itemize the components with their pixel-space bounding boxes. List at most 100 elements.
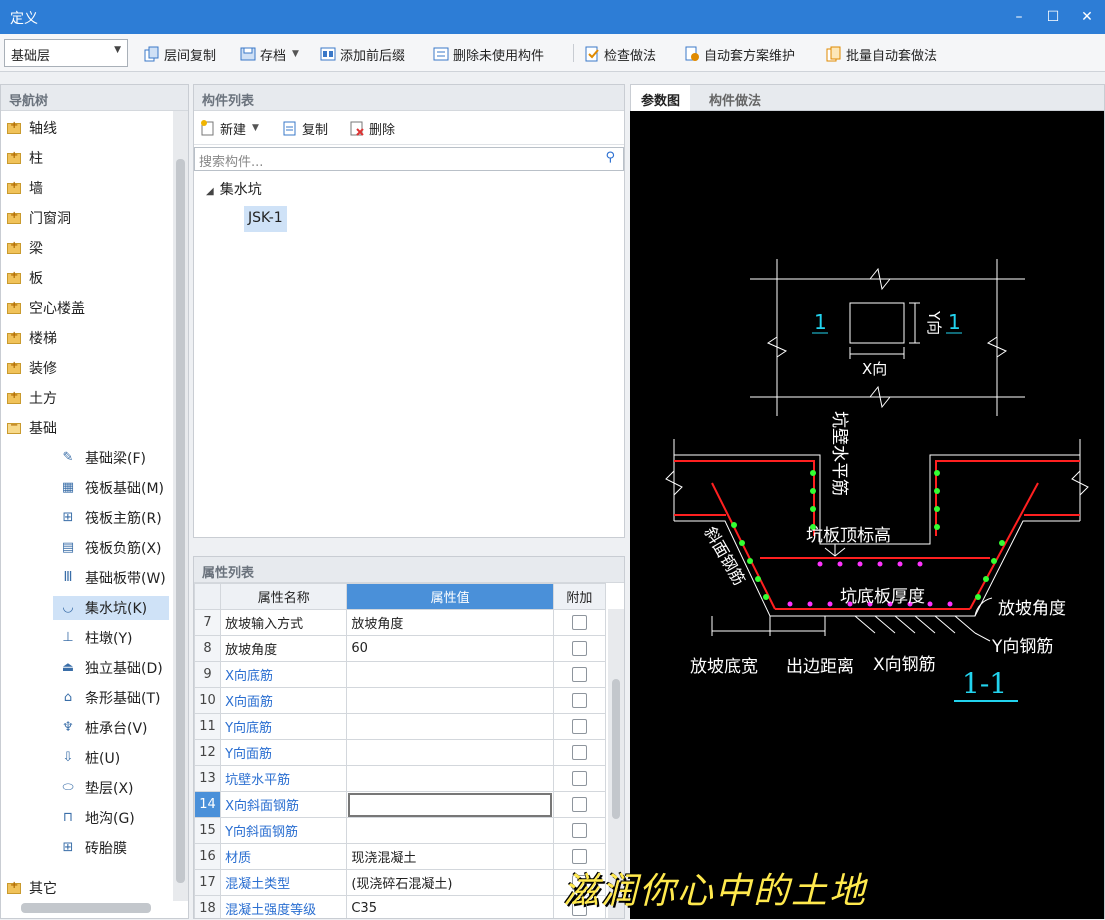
- nav-folder-hollow-floor[interactable]: + 空心楼盖: [7, 295, 179, 321]
- property-name: 混凝土类型: [220, 869, 348, 896]
- nav-item-brick-mold[interactable]: ⊞ 砖胎膜: [59, 835, 179, 861]
- col-header-extra[interactable]: 附加: [552, 583, 607, 610]
- property-value[interactable]: 放坡角度: [346, 609, 554, 636]
- property-extra-cell[interactable]: [552, 713, 607, 740]
- expand-icon[interactable]: ◢: [206, 186, 214, 197]
- nav-scroll-thumb[interactable]: [176, 159, 185, 883]
- property-scroll-thumb[interactable]: [612, 679, 620, 819]
- nav-item-column-pier[interactable]: ⊥ 柱墩(Y): [59, 625, 179, 651]
- component-search-input[interactable]: 搜索构件... ⚲: [194, 147, 624, 171]
- property-value[interactable]: (现浇碎石混凝土): [346, 869, 554, 896]
- nav-item-raft[interactable]: ▦ 筏板基础(M): [59, 475, 179, 501]
- batch-auto-button[interactable]: 批量自动套做法: [826, 43, 937, 65]
- property-row[interactable]: 8 放坡角度 60: [194, 635, 607, 662]
- property-value[interactable]: [346, 713, 554, 740]
- extra-checkbox[interactable]: [571, 719, 587, 734]
- property-row[interactable]: 15 Y向斜面钢筋: [194, 817, 607, 844]
- extra-checkbox[interactable]: [571, 615, 587, 630]
- property-extra-cell[interactable]: [552, 765, 607, 792]
- extra-checkbox[interactable]: [571, 641, 587, 656]
- close-button[interactable]: ✕: [1071, 4, 1103, 30]
- extra-checkbox[interactable]: [571, 797, 587, 812]
- property-row[interactable]: 13 坑壁水平筋: [194, 765, 607, 792]
- nav-scrollbar[interactable]: [173, 111, 188, 901]
- property-extra-cell[interactable]: [552, 739, 607, 766]
- property-row[interactable]: 16 材质 现浇混凝土: [194, 843, 607, 870]
- tree-item-jsk1[interactable]: JSK-1: [244, 206, 287, 232]
- nav-item-sump[interactable]: ◡ 集水坑(K): [1, 595, 173, 621]
- add-prefix-suffix-button[interactable]: 添加前后缀: [320, 43, 405, 65]
- extra-checkbox[interactable]: [571, 823, 587, 838]
- nav-item-slab-strip[interactable]: Ⅲ 基础板带(W): [59, 565, 179, 591]
- nav-folder-beam[interactable]: + 梁: [7, 235, 179, 261]
- property-extra-cell[interactable]: [552, 635, 607, 662]
- tab-component-method[interactable]: 构件做法: [699, 85, 771, 111]
- nav-folder-wall[interactable]: + 墙: [7, 175, 179, 201]
- property-extra-cell[interactable]: [552, 661, 607, 688]
- nav-item-isolated-footing[interactable]: ⏏ 独立基础(D): [59, 655, 179, 681]
- nav-folder-slab[interactable]: + 板: [7, 265, 179, 291]
- property-value[interactable]: 现浇混凝土: [346, 843, 554, 870]
- nav-item-foundation-beam[interactable]: ✎ 基础梁(F): [59, 445, 179, 471]
- nav-folder-column[interactable]: + 柱: [7, 145, 179, 171]
- property-row[interactable]: 12 Y向面筋: [194, 739, 607, 766]
- nav-item-raft-main-rebar[interactable]: ⊞ 筏板主筋(R): [59, 505, 179, 531]
- maximize-button[interactable]: ☐: [1037, 4, 1069, 30]
- nav-folder-openings[interactable]: + 门窗洞: [7, 205, 179, 231]
- archive-button[interactable]: 存档 ▼: [240, 43, 299, 65]
- property-table-header: 属性名称 属性值 附加: [194, 583, 607, 610]
- nav-item-strip-footing[interactable]: ⌂ 条形基础(T): [59, 685, 179, 711]
- property-row[interactable]: 7 放坡输入方式 放坡角度: [194, 609, 607, 636]
- nav-folder-axis[interactable]: + 轴线: [7, 115, 179, 141]
- extra-checkbox[interactable]: [571, 745, 587, 760]
- property-value[interactable]: 60: [346, 635, 554, 662]
- extra-checkbox[interactable]: [571, 693, 587, 708]
- nav-item-cushion[interactable]: ⬭ 垫层(X): [59, 775, 179, 801]
- check-method-button[interactable]: 检查做法: [584, 43, 656, 65]
- property-value[interactable]: [346, 661, 554, 688]
- minimize-button[interactable]: –: [1003, 4, 1035, 30]
- floor-copy-button[interactable]: 层间复制: [144, 43, 216, 65]
- nav-item-raft-neg-rebar[interactable]: ▤ 筏板负筋(X): [59, 535, 179, 561]
- delete-unused-button[interactable]: 删除未使用构件: [433, 43, 544, 65]
- property-extra-cell[interactable]: [552, 609, 607, 636]
- property-value[interactable]: [346, 687, 554, 714]
- property-row-number: 13: [194, 765, 222, 792]
- new-button[interactable]: 新建 ▼: [200, 117, 259, 139]
- tab-parameter-diagram[interactable]: 参数图: [631, 85, 691, 111]
- nav-folder-stairs[interactable]: + 楼梯: [7, 325, 179, 351]
- nav-folder-foundation[interactable]: − 基础: [7, 415, 179, 441]
- nav-item-pile[interactable]: ⇩ 桩(U): [59, 745, 179, 771]
- property-value[interactable]: C35: [346, 895, 554, 918]
- extra-checkbox[interactable]: [571, 667, 587, 682]
- property-extra-cell[interactable]: [552, 817, 607, 844]
- auto-plan-button[interactable]: 自动套方案维护: [684, 43, 795, 65]
- property-value[interactable]: [346, 765, 554, 792]
- property-row[interactable]: 17 混凝土类型 (现浇碎石混凝土): [194, 869, 607, 896]
- property-row[interactable]: 11 Y向底筋: [194, 713, 607, 740]
- nav-item-pile-cap[interactable]: ♆ 桩承台(V): [59, 715, 179, 741]
- extra-checkbox[interactable]: [571, 771, 587, 786]
- col-header-name[interactable]: 属性名称: [220, 583, 348, 610]
- search-icon[interactable]: ⚲: [605, 150, 615, 165]
- nav-folder-earthwork[interactable]: + 土方: [7, 385, 179, 411]
- nav-folder-other[interactable]: + 其它: [7, 875, 179, 901]
- property-row[interactable]: 18 混凝土强度等级 C35: [194, 895, 607, 918]
- nav-folder-decoration[interactable]: + 装修: [7, 355, 179, 381]
- delete-button[interactable]: 删除: [349, 117, 395, 139]
- property-value[interactable]: [346, 817, 554, 844]
- col-header-value[interactable]: 属性值: [346, 583, 554, 610]
- property-extra-cell[interactable]: [552, 687, 607, 714]
- tree-root-sump[interactable]: ◢ 集水坑: [206, 179, 262, 199]
- nav-hscroll-thumb[interactable]: [21, 903, 151, 913]
- property-value[interactable]: [346, 739, 554, 766]
- copy-button[interactable]: 复制: [282, 117, 328, 139]
- property-row[interactable]: 9 X向底筋: [194, 661, 607, 688]
- property-row[interactable]: 14 X向斜面钢筋: [194, 791, 607, 818]
- nav-item-trench[interactable]: ⊓ 地沟(G): [59, 805, 179, 831]
- folder-icon: +: [7, 300, 21, 314]
- property-row[interactable]: 10 X向面筋: [194, 687, 607, 714]
- property-value[interactable]: [346, 791, 554, 818]
- property-extra-cell[interactable]: [552, 791, 607, 818]
- layer-select[interactable]: 基础层 ▼: [4, 39, 128, 67]
